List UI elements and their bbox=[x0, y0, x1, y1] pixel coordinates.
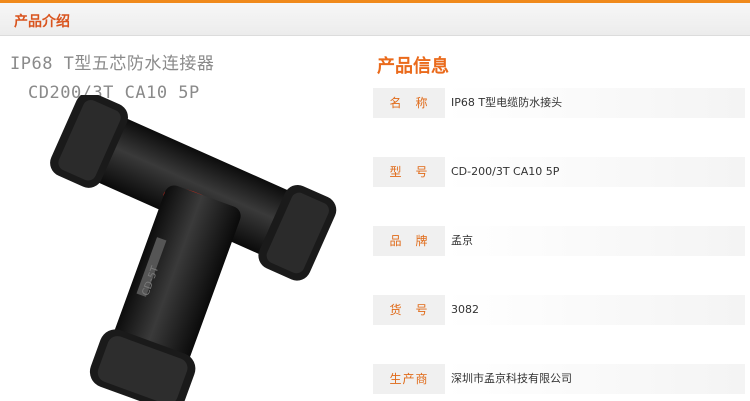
spec-row-model: 型 号 CD-200/3T CA10 5P bbox=[373, 157, 745, 187]
product-image: CD-5T bbox=[50, 95, 340, 401]
spec-value: CD-200/3T CA10 5P bbox=[445, 157, 745, 187]
product-name-line1: IP68 T型五芯防水连接器 bbox=[10, 54, 215, 74]
spec-row-manufacturer: 生产商 深圳市孟京科技有限公司 bbox=[373, 364, 745, 394]
spec-label: 货 号 bbox=[373, 295, 445, 325]
spec-value: IP68 T型电缆防水接头 bbox=[445, 88, 745, 118]
section-title: 产品介绍 bbox=[14, 14, 70, 30]
spec-label: 名 称 bbox=[373, 88, 445, 118]
branch-tube bbox=[89, 185, 241, 401]
spec-row-item-number: 货 号 3082 bbox=[373, 295, 745, 325]
t-connector-illustration: CD-5T bbox=[50, 95, 337, 401]
spec-label: 生产商 bbox=[373, 364, 445, 394]
spec-label: 品 牌 bbox=[373, 226, 445, 256]
product-info-title: 产品信息 bbox=[377, 56, 449, 77]
section-header: 产品介绍 bbox=[0, 0, 750, 36]
spec-label: 型 号 bbox=[373, 157, 445, 187]
spec-value: 孟京 bbox=[445, 226, 745, 256]
spec-row-name: 名 称 IP68 T型电缆防水接头 bbox=[373, 88, 745, 118]
spec-row-brand: 品 牌 孟京 bbox=[373, 226, 745, 256]
spec-value: 3082 bbox=[445, 295, 745, 325]
spec-value: 深圳市孟京科技有限公司 bbox=[445, 364, 745, 394]
